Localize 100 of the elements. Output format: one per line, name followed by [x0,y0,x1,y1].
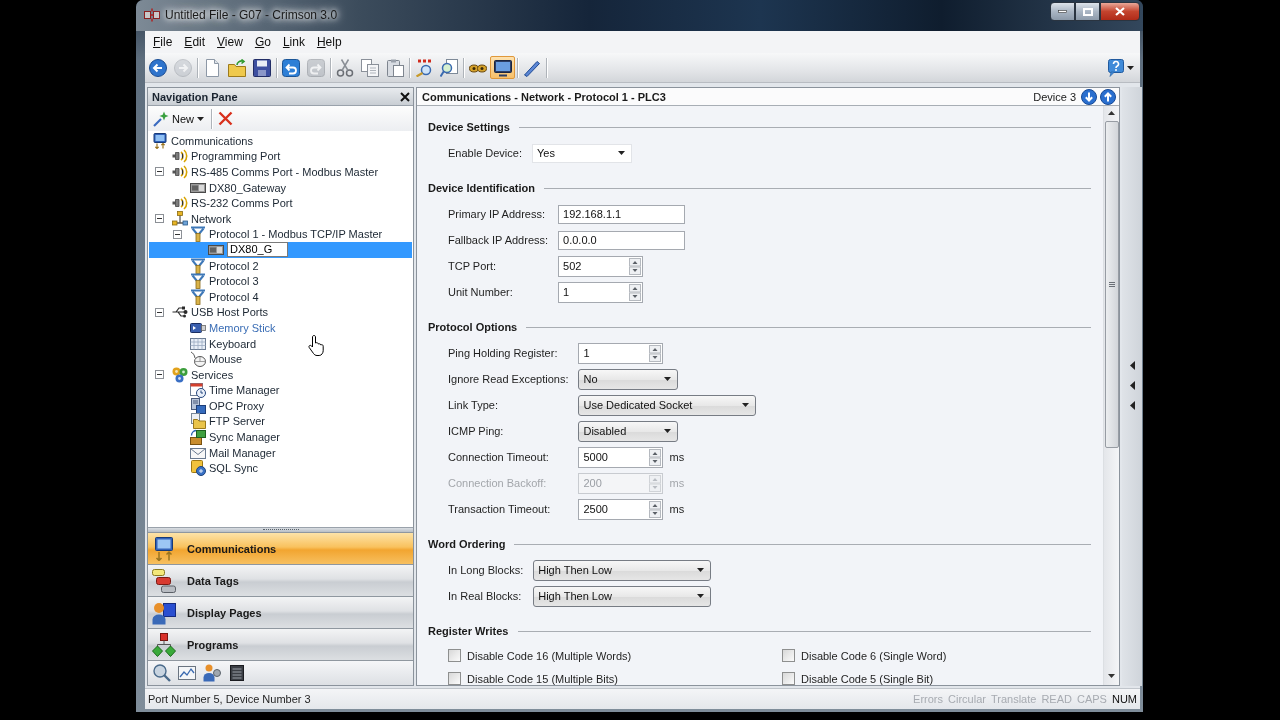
toolbar-button[interactable] [490,56,515,79]
maximize-button[interactable] [1075,2,1100,21]
dropdown[interactable]: High Then Low [533,585,712,607]
close-icon [400,91,410,102]
status-text: Port Number 5, Device Number 3 [148,693,311,705]
spin-arrows-icon[interactable] [649,500,662,518]
menu-item[interactable]: File [147,32,179,52]
checkbox[interactable] [782,672,795,685]
category-button[interactable]: Data Tags [148,564,413,596]
checkbox[interactable] [448,649,461,662]
dropdown[interactable]: High Then Low [533,559,712,581]
category-button[interactable]: Display Pages [148,596,413,628]
spin-field[interactable]: 2500 [578,498,664,520]
checkbox-label[interactable]: Disable Code 5 (Single Bit) [801,672,934,685]
tree-item[interactable]: Programming Port [149,148,412,165]
tree-item[interactable]: Keyboard [149,335,412,352]
left-triangle-icon[interactable] [1129,401,1135,410]
tree-item[interactable]: SQL Sync [149,460,412,477]
magnifier-icon[interactable] [153,664,171,682]
tree-item[interactable]: DX80_G [149,242,412,258]
text-field[interactable]: 192.168.1.1 [558,204,686,224]
field-label: Connection Backoff: [448,477,548,489]
rename-field[interactable]: DX80_G [227,242,289,258]
spin-field[interactable]: 1 [578,342,664,364]
new-button[interactable]: New [153,110,204,127]
field-label: Unit Number: [448,286,514,298]
collapse-icon[interactable] [155,167,164,177]
category-button[interactable]: Programs [148,628,413,660]
left-triangle-icon[interactable] [1129,361,1135,370]
spin-arrows-icon[interactable] [629,283,642,301]
menu-item[interactable]: Help [310,32,348,52]
monitor-icon [493,58,512,77]
tree-item[interactable]: Memory Stick [149,320,412,336]
tree-item[interactable]: Services [149,366,412,383]
dropdown[interactable]: Yes [532,143,632,163]
tags-icon [152,568,176,593]
checkbox[interactable] [782,649,795,662]
dropdown[interactable]: Use Dedicated Socket [578,394,757,416]
scroll-down-icon[interactable] [1108,674,1115,678]
delete-icon [218,111,233,126]
scrollbar-thumb[interactable] [1104,121,1119,448]
tree-item[interactable]: Network [149,210,412,227]
collapse-icon[interactable] [155,370,164,380]
unit-label: ms [669,477,685,489]
splitter-handle[interactable] [262,529,299,531]
spin-arrows-icon[interactable] [629,257,642,275]
checkbox-label[interactable]: Disable Code 15 (Multiple Bits) [467,672,618,685]
tree-item[interactable]: Communications [149,133,412,149]
up-arrow-icon[interactable] [1100,88,1116,105]
copy-icon [360,58,379,77]
spin-field[interactable]: 502 [558,255,644,277]
users-icon[interactable] [203,664,221,682]
close-button[interactable] [1100,2,1140,21]
tree-item[interactable]: Time Manager [149,382,412,399]
tree-item[interactable]: Protocol 4 [149,288,412,305]
chip-icon[interactable] [228,664,246,682]
trend-chart-icon[interactable] [178,664,196,682]
tree-item[interactable]: FTP Server [149,413,412,430]
spin-field[interactable]: 1 [558,281,644,303]
category-button[interactable]: Communications [148,532,413,564]
minimize-button[interactable] [1050,2,1075,21]
minimize-icon [1058,10,1067,13]
checkbox-label[interactable]: Disable Code 16 (Multiple Words) [467,649,632,662]
tree-item[interactable]: Mouse [149,351,412,367]
menu-item[interactable]: View [211,32,249,52]
text-field[interactable]: 0.0.0.0 [558,230,686,250]
menu-item[interactable]: Link [276,32,311,52]
spin-arrows-icon[interactable] [649,448,662,466]
checkbox-label[interactable]: Disable Code 6 (Single Word) [801,649,947,662]
close-pane-button[interactable] [400,91,410,102]
delete-button[interactable] [218,111,233,126]
tree-item[interactable]: USB Host Ports [149,304,412,321]
collapse-icon[interactable] [155,307,164,317]
menu-item[interactable]: Edit [178,32,212,52]
spin-field[interactable]: 5000 [578,446,664,468]
tree-item[interactable]: DX80_Gateway [149,179,412,196]
dropdown[interactable]: Disabled [578,420,679,442]
dropdown[interactable]: No [578,368,679,390]
status-indicator: READ [1041,693,1072,705]
help-button[interactable] [1108,58,1134,77]
tree-item[interactable]: RS-232 Comms Port [149,195,412,211]
speaker-icon [172,195,188,212]
tree-item[interactable]: Protocol 3 [149,273,412,289]
tree-item[interactable]: Sync Manager [149,429,412,445]
field-label: Ping Holding Register: [448,347,559,359]
down-arrow-icon[interactable] [1081,88,1097,105]
tree-item[interactable]: Protocol 1 - Modbus TCP/IP Master [149,226,412,243]
spin-arrows-icon[interactable] [649,344,662,362]
left-triangle-icon[interactable] [1129,381,1135,390]
tree-item[interactable]: Mail Manager [149,444,412,461]
menu-item[interactable]: Go [248,32,277,52]
checkbox[interactable] [448,672,461,685]
tree-item[interactable]: Protocol 2 [149,257,412,274]
scrollbar[interactable] [1103,106,1119,685]
tree-item[interactable]: OPC Proxy [149,398,412,414]
scroll-up-icon[interactable] [1108,111,1115,115]
collapse-icon[interactable] [155,214,164,224]
tree-item[interactable]: RS-485 Comms Port - Modbus Master [149,164,412,180]
flowchart-icon [152,632,176,657]
collapse-icon[interactable] [173,229,182,239]
